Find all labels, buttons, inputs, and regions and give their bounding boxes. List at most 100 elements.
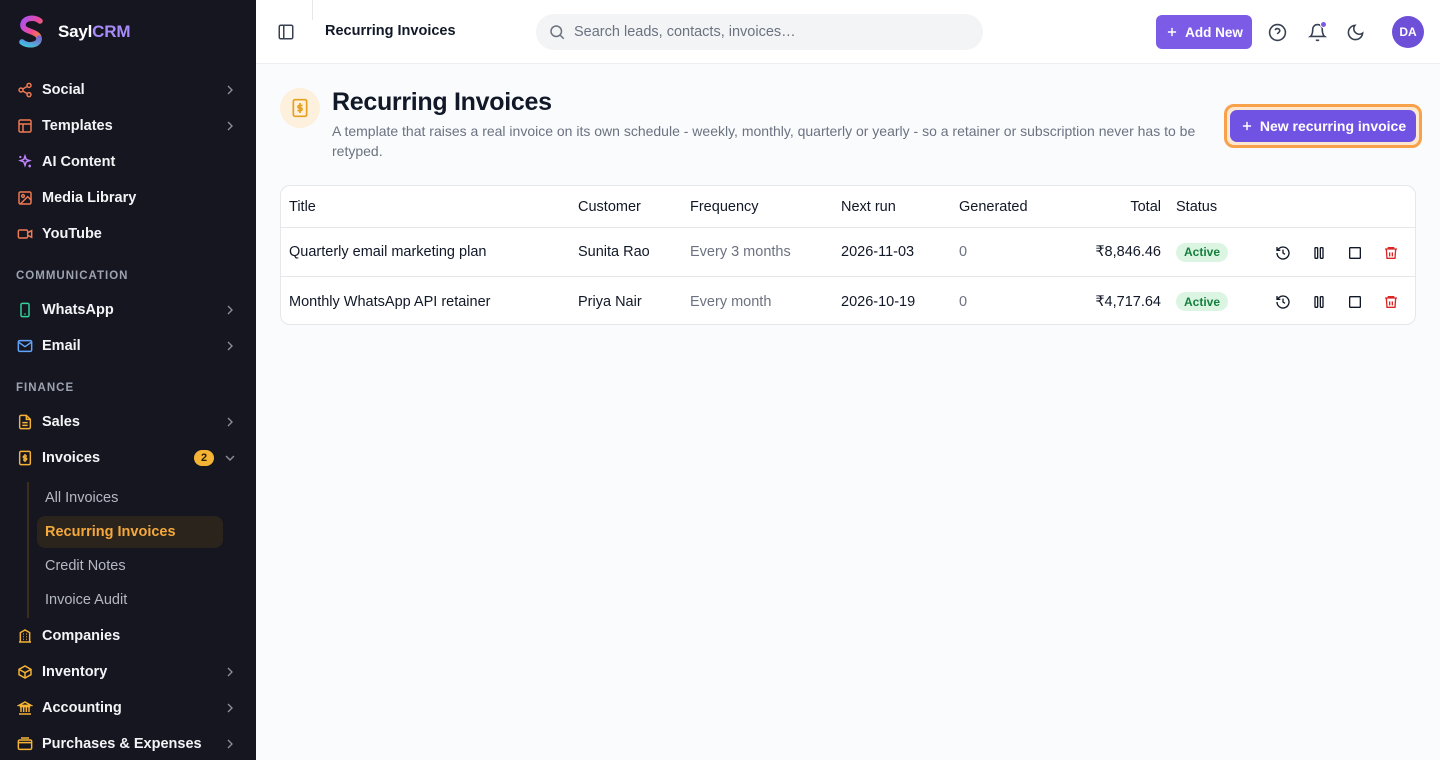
cell-total: ₹4,717.64 <box>1095 293 1161 310</box>
building-icon <box>16 627 34 645</box>
avatar[interactable]: DA <box>1392 16 1424 48</box>
trash-icon <box>1385 296 1397 308</box>
pause-button[interactable] <box>1309 243 1329 263</box>
column-header-next-run[interactable]: Next run <box>841 186 896 227</box>
help-circle-icon <box>1268 23 1286 41</box>
column-header-generated[interactable]: Generated <box>959 186 1028 227</box>
topbar: Recurring Invoices Add New DA <box>256 0 1440 64</box>
sidebar-item-label: Templates <box>42 118 113 134</box>
cell-title: Quarterly email marketing plan <box>289 244 487 260</box>
search-box[interactable] <box>536 14 983 50</box>
cell-frequency: Every 3 months <box>690 244 791 260</box>
new-recurring-invoice-highlight: New recurring invoice <box>1224 104 1422 148</box>
sidebar-item-companies[interactable]: Companies <box>8 620 248 652</box>
sidebar-item-label: WhatsApp <box>42 302 114 318</box>
sidebar-item-label: Email <box>42 338 81 354</box>
sidebar-subitem-all-invoices[interactable]: All Invoices <box>37 482 223 514</box>
sidebar-item-label: Media Library <box>42 190 137 206</box>
chevron-right-icon <box>227 739 233 749</box>
mail-icon <box>16 337 34 355</box>
cell-status: Active <box>1176 228 1229 276</box>
delete-button[interactable] <box>1381 292 1401 312</box>
sidebar-item-invoices[interactable]: Invoices 2 <box>8 442 248 474</box>
cell-next-run: 2026-10-19 <box>841 293 916 310</box>
file-icon <box>16 413 34 431</box>
sidebar-item-label: Invoices <box>42 450 101 466</box>
cell-total: ₹8,846.46 <box>1095 244 1161 260</box>
sidebar-item-social[interactable]: Social <box>8 74 248 106</box>
sidebar-item-whatsapp[interactable]: WhatsApp <box>8 294 248 326</box>
sidebar-item-inventory[interactable]: Inventory <box>8 656 248 688</box>
sidebar-toggle-button[interactable] <box>274 20 298 44</box>
layout-icon <box>16 117 34 135</box>
new-recurring-invoice-button[interactable]: New recurring invoice <box>1230 110 1416 142</box>
breadcrumb: Recurring Invoices <box>325 23 456 39</box>
sidebar-item-media-library[interactable]: Media Library <box>8 182 248 214</box>
cell-customer: Sunita Rao <box>578 244 650 260</box>
sidebar-item-label: YouTube <box>42 226 102 242</box>
sidebar-item-templates[interactable]: Templates <box>8 110 248 142</box>
column-header-title[interactable]: Title <box>289 186 316 227</box>
stop-button[interactable] <box>1345 292 1365 312</box>
phone-icon <box>16 301 34 319</box>
chevron-right-icon <box>227 121 233 131</box>
status-badge: Active <box>1176 242 1229 262</box>
share-icon <box>16 81 34 99</box>
add-new-button[interactable]: Add New <box>1156 15 1252 49</box>
search-input[interactable] <box>574 24 954 40</box>
chevron-right-icon <box>227 667 233 677</box>
divider <box>312 0 313 20</box>
cell-frequency: Every month <box>690 293 772 310</box>
stop-button[interactable] <box>1345 243 1365 263</box>
table-header-row: Title Customer Frequency Next run Genera… <box>281 186 1415 228</box>
sidebar-item-youtube[interactable]: YouTube <box>8 218 248 250</box>
sidebar-item-email[interactable]: Email <box>8 330 248 362</box>
sparkles-icon <box>16 153 34 171</box>
status-badge: Active <box>1176 292 1229 311</box>
sidebar-item-purchases-expenses[interactable]: Purchases & Expenses <box>8 728 248 760</box>
sidebar-subitem-invoice-audit[interactable]: Invoice Audit <box>37 584 223 616</box>
table-row[interactable]: Quarterly email marketing plan Sunita Ra… <box>281 228 1415 277</box>
square-icon <box>1349 247 1361 259</box>
sidebar-item-label: AI Content <box>42 154 116 170</box>
square-icon <box>1349 296 1361 308</box>
sidebar-item-label: Sales <box>42 414 80 430</box>
package-icon <box>16 663 34 681</box>
brand[interactable]: SaylCRM <box>16 14 130 50</box>
history-button[interactable] <box>1273 243 1293 263</box>
history-button[interactable] <box>1273 292 1293 312</box>
plus-icon <box>1242 121 1251 131</box>
table-row[interactable]: Monthly WhatsApp API retainer Priya Nair… <box>281 277 1415 324</box>
cell-customer: Priya Nair <box>578 293 642 310</box>
notification-dot <box>1320 21 1327 28</box>
sidebar-item-ai-content[interactable]: AI Content <box>8 146 248 178</box>
theme-toggle-button[interactable] <box>1343 20 1367 44</box>
sidebar-subitem-recurring-invoices[interactable]: Recurring Invoices <box>37 516 223 548</box>
plus-icon <box>1168 27 1177 37</box>
pause-icon <box>1314 296 1324 308</box>
cell-status: Active <box>1176 277 1229 324</box>
landmark-icon <box>16 699 34 717</box>
cell-generated: 0 <box>959 244 968 260</box>
sidebar-item-accounting[interactable]: Accounting <box>8 692 248 724</box>
page-title: Recurring Invoices <box>332 88 552 116</box>
new-recurring-invoice-label: New recurring invoice <box>1259 118 1407 134</box>
sidebar-subitem-credit-notes[interactable]: Credit Notes <box>37 550 223 582</box>
count-badge: 2 <box>194 450 214 466</box>
image-icon <box>16 189 34 207</box>
column-header-customer[interactable]: Customer <box>578 186 641 227</box>
delete-button[interactable] <box>1381 243 1401 263</box>
column-header-total[interactable]: Total <box>1061 186 1161 227</box>
column-header-frequency[interactable]: Frequency <box>690 186 759 227</box>
column-header-status[interactable]: Status <box>1176 186 1217 227</box>
pause-icon <box>1314 247 1324 259</box>
sidebar-item-sales[interactable]: Sales <box>8 406 248 438</box>
page-description: A template that raises a real invoice on… <box>332 123 1196 159</box>
help-button[interactable] <box>1265 20 1289 44</box>
recurring-invoices-table: Title Customer Frequency Next run Genera… <box>280 185 1416 325</box>
panel-left-icon <box>278 24 294 40</box>
sidebar-item-label: Purchases & Expenses <box>42 736 202 752</box>
history-icon <box>1276 295 1290 309</box>
notifications-button[interactable] <box>1305 20 1329 44</box>
pause-button[interactable] <box>1309 292 1329 312</box>
